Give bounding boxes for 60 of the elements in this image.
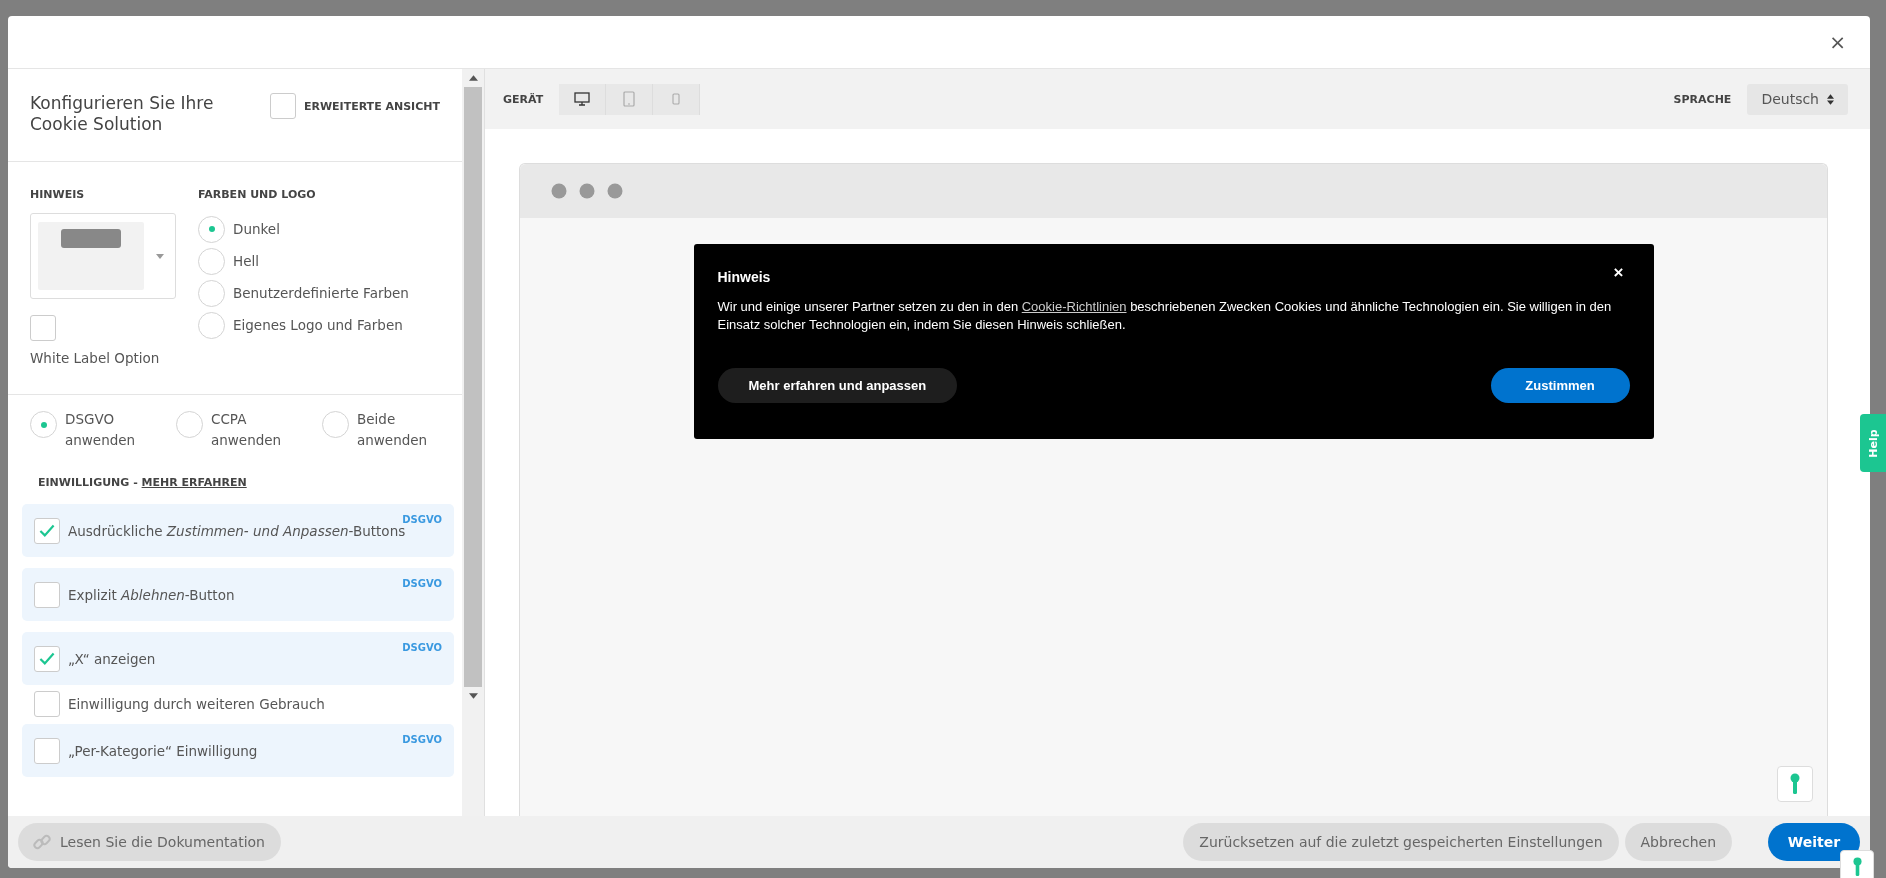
- checkbox[interactable]: [34, 691, 60, 717]
- monitor-icon: [574, 92, 591, 106]
- accept-button[interactable]: Zustimmen: [1490, 368, 1630, 403]
- keyhole-button[interactable]: [1840, 850, 1874, 878]
- checkbox-label: Explizit Ablehnen-Button: [68, 586, 235, 603]
- documentation-button[interactable]: Lesen Sie die Dokumentation: [18, 823, 281, 861]
- radio-label: Beide anwenden: [357, 410, 429, 450]
- regulation-tag: DSGVO: [402, 514, 442, 525]
- learn-more-link[interactable]: MEHR ERFAHREN: [141, 476, 247, 489]
- regulation-tag: DSGVO: [402, 734, 442, 745]
- regulation-tag: DSGVO: [402, 578, 442, 589]
- radio-label: DSGVO anwenden: [65, 410, 137, 450]
- window-dots-icon: [551, 183, 623, 199]
- next-button[interactable]: Weiter: [1768, 823, 1860, 861]
- banner-title: Hinweis: [717, 269, 771, 285]
- checkbox[interactable]: [30, 315, 56, 341]
- radio-label: Dunkel: [233, 221, 280, 237]
- checkbox-label: „X“ anzeigen: [68, 650, 156, 667]
- radio-label: Eigenes Logo und Farben: [233, 317, 403, 333]
- close-button[interactable]: ×: [1825, 30, 1850, 54]
- radio-label: Hell: [233, 253, 259, 269]
- keyhole-icon: [1852, 857, 1862, 877]
- checkbox[interactable]: [269, 93, 296, 119]
- checkbox-label: Ausdrückliche Zustimmen- und Anpassen-Buttons: [68, 522, 406, 539]
- radio-label: Benutzerdefinierte Farben: [233, 285, 409, 301]
- policy-link[interactable]: Cookie-Richtlinien: [1021, 299, 1127, 314]
- close-button[interactable]: ×: [1607, 262, 1630, 284]
- banner-text: Wir und einige unserer Partner setzen zu den in den Cookie-Richtlinien beschriebenen Zwecken Cookies und ähnliche Technologien ein. Sie willigen in den Einsatz solcher Technologien ein, indem Sie diesen Hinweis schließen.: [717, 298, 1613, 334]
- layout-dropdown[interactable]: [30, 213, 176, 299]
- checkbox[interactable]: [34, 517, 60, 544]
- radio-label: CCPA anwenden: [211, 410, 283, 450]
- tablet-icon: [623, 91, 636, 107]
- section-heading: EINWILLIGUNG -: [38, 476, 139, 489]
- language-label: SPRACHE: [1673, 92, 1732, 106]
- language-select[interactable]: Deutsch: [1747, 83, 1848, 115]
- section-heading: HINWEIS: [30, 188, 86, 201]
- keyhole-button[interactable]: [1777, 766, 1813, 802]
- section-heading: FARBEN UND LOGO: [198, 188, 317, 201]
- reset-button[interactable]: Zurücksetzen auf die zuletzt gespeicherten Einstellungen: [1183, 823, 1619, 861]
- checkbox-label: Einwilligung durch weiteren Gebrauch: [68, 696, 325, 712]
- checkbox[interactable]: [34, 581, 60, 608]
- checkbox[interactable]: [34, 645, 60, 672]
- caret-icon: [156, 253, 164, 259]
- device-label: GERÄT: [503, 92, 544, 106]
- advanced-view-label: ERWEITERTE ANSICHT: [303, 99, 440, 113]
- scrollbar[interactable]: [462, 69, 484, 816]
- cancel-button[interactable]: Abbrechen: [1624, 823, 1732, 861]
- keyhole-icon: [1790, 773, 1800, 795]
- link-icon: [32, 832, 52, 852]
- learn-more-button[interactable]: Mehr erfahren und anpassen: [717, 368, 958, 403]
- regulation-tag: DSGVO: [402, 642, 442, 653]
- checkbox-label: White Label Option: [30, 350, 161, 366]
- checkbox[interactable]: [34, 737, 60, 764]
- panel-title: Konfigurieren Sie Ihre Cookie Solution: [30, 93, 215, 135]
- checkbox-label: „Per-Kategorie“ Einwilligung: [68, 742, 258, 759]
- device-tab[interactable]: [559, 83, 607, 115]
- scroll-up-icon[interactable]: [468, 75, 478, 81]
- sort-arrows-icon: [1827, 93, 1834, 105]
- phone-icon: [672, 93, 681, 105]
- scroll-down-icon[interactable]: [468, 693, 478, 699]
